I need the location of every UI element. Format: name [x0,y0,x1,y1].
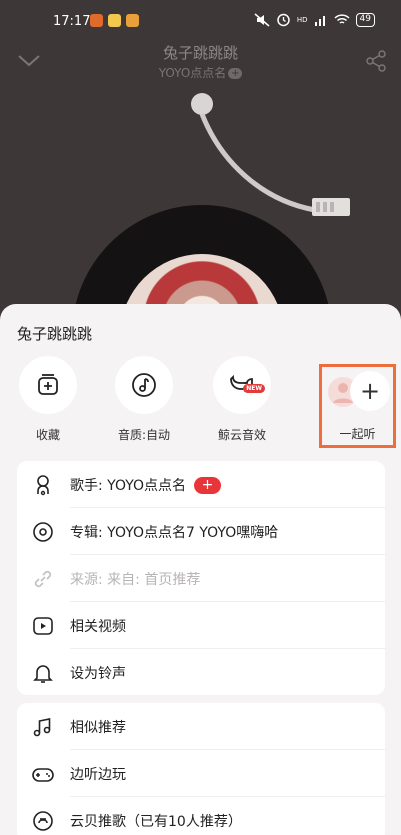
player-background: 17:17 HD 49 兔子跳跳跳 YOYO点点名 + [0,0,401,320]
source-row: 来源: 来自: 首页推荐 [17,555,385,602]
cloud-coin-row[interactable]: 云贝推歌（已有10人推荐） [17,797,385,835]
artist-name[interactable]: YOYO点点名 + [0,64,401,81]
singer-label: 歌手: YOYO点点名 [70,478,187,494]
battery-indicator: 49 [355,12,375,27]
alarm-icon [277,13,290,27]
recommend-card: 相似推荐 边听边玩 云贝推歌（已有10人推荐） [17,703,385,835]
album-label: 专辑: YOYO点点名7 YOYO嘿嗨哈 [70,525,279,541]
new-badge: NEW [243,384,265,393]
singer-row[interactable]: 歌手: YOYO点点名 + [17,461,385,508]
whale-effect-label: 鲸云音效 [217,428,266,442]
listen-together-button[interactable]: + 一起听 [319,364,396,448]
singer-text: 歌手: YOYO点点名 + [70,475,222,495]
app-notification-icon [108,14,121,27]
more-options-sheet: 兔子跳跳跳 收藏 音质:自动 NEW 鲸云音效 + 一起听 歌手: YOYO点点… [0,304,401,835]
artist-label: YOYO点点名 [158,66,227,80]
add-icon[interactable]: + [350,371,390,411]
share-icon[interactable] [365,50,387,72]
cloud-coin-label: 云贝推歌（已有10人推荐） [70,814,242,830]
music-quality-icon [132,373,156,397]
mute-icon [254,12,270,27]
cloud-coin-icon [33,811,53,831]
play-game-label: 边听边玩 [70,767,126,783]
collect-button[interactable]: 收藏 [8,356,88,443]
ringtone-row[interactable]: 设为铃声 [17,649,385,696]
collect-icon-circle[interactable] [19,356,77,414]
signal-icon [314,15,325,26]
similar-row[interactable]: 相似推荐 [17,703,385,750]
song-title: 兔子跳跳跳 [162,44,238,62]
app-notification-icon [90,14,103,27]
add-to-playlist-icon [38,374,58,395]
ringtone-label: 设为铃声 [70,666,126,682]
song-info-card: 歌手: YOYO点点名 + 专辑: YOYO点点名7 YOYO嘿嗨哈 来源: 来自… [17,461,385,695]
collect-label: 收藏 [35,428,60,442]
sheet-song-title: 兔子跳跳跳 [17,325,93,343]
quality-button[interactable]: 音质:自动 [104,356,184,443]
network-label: HD [296,15,308,24]
whale-effect-button[interactable]: NEW 鲸云音效 [202,356,282,443]
video-icon [33,617,53,635]
follow-artist-icon[interactable]: + [228,68,243,79]
app-notification-icon [126,14,139,27]
source-label: 来源: 来自: 首页推荐 [70,572,201,588]
status-right-icons: HD 49 [254,12,375,27]
listen-together-label: 一起听 [339,427,376,441]
follow-singer-button[interactable]: + [194,477,222,494]
album-icon [33,522,53,542]
related-video-row[interactable]: 相关视频 [17,602,385,649]
status-time: 17:17 [53,14,91,29]
play-game-row[interactable]: 边听边玩 [17,750,385,797]
status-bar: 17:17 HD 49 [0,0,401,44]
similar-label: 相似推荐 [70,720,126,736]
link-icon [34,570,52,588]
similar-music-icon [33,718,51,737]
related-video-label: 相关视频 [70,619,126,635]
singer-icon [37,475,49,496]
quality-label: 音质:自动 [117,428,171,442]
bell-icon [33,665,53,683]
gamepad-icon [32,768,54,782]
quality-icon-circle[interactable] [115,356,173,414]
wifi-icon [334,13,350,24]
whale-effect-icon-circle[interactable]: NEW [213,356,271,414]
album-row[interactable]: 专辑: YOYO点点名7 YOYO嘿嗨哈 [17,508,385,555]
